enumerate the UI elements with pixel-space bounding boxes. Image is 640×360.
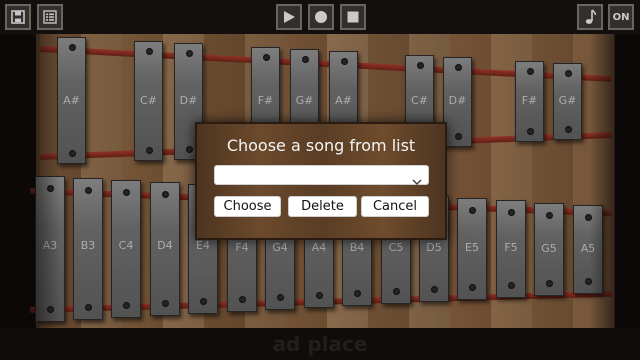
xylophone-app: ON A# C# D# F# G# A# C# D# F# G# B3 C4 D…	[0, 0, 640, 360]
choose-song-dialog: Choose a song from list Choose Delete Ca…	[195, 122, 447, 240]
choose-button[interactable]: Choose	[214, 196, 281, 217]
delete-button[interactable]: Delete	[288, 196, 357, 217]
song-select[interactable]	[214, 165, 429, 186]
cancel-button[interactable]: Cancel	[361, 196, 429, 217]
chevron-down-icon	[412, 171, 422, 190]
dialog-title: Choose a song from list	[226, 136, 416, 155]
